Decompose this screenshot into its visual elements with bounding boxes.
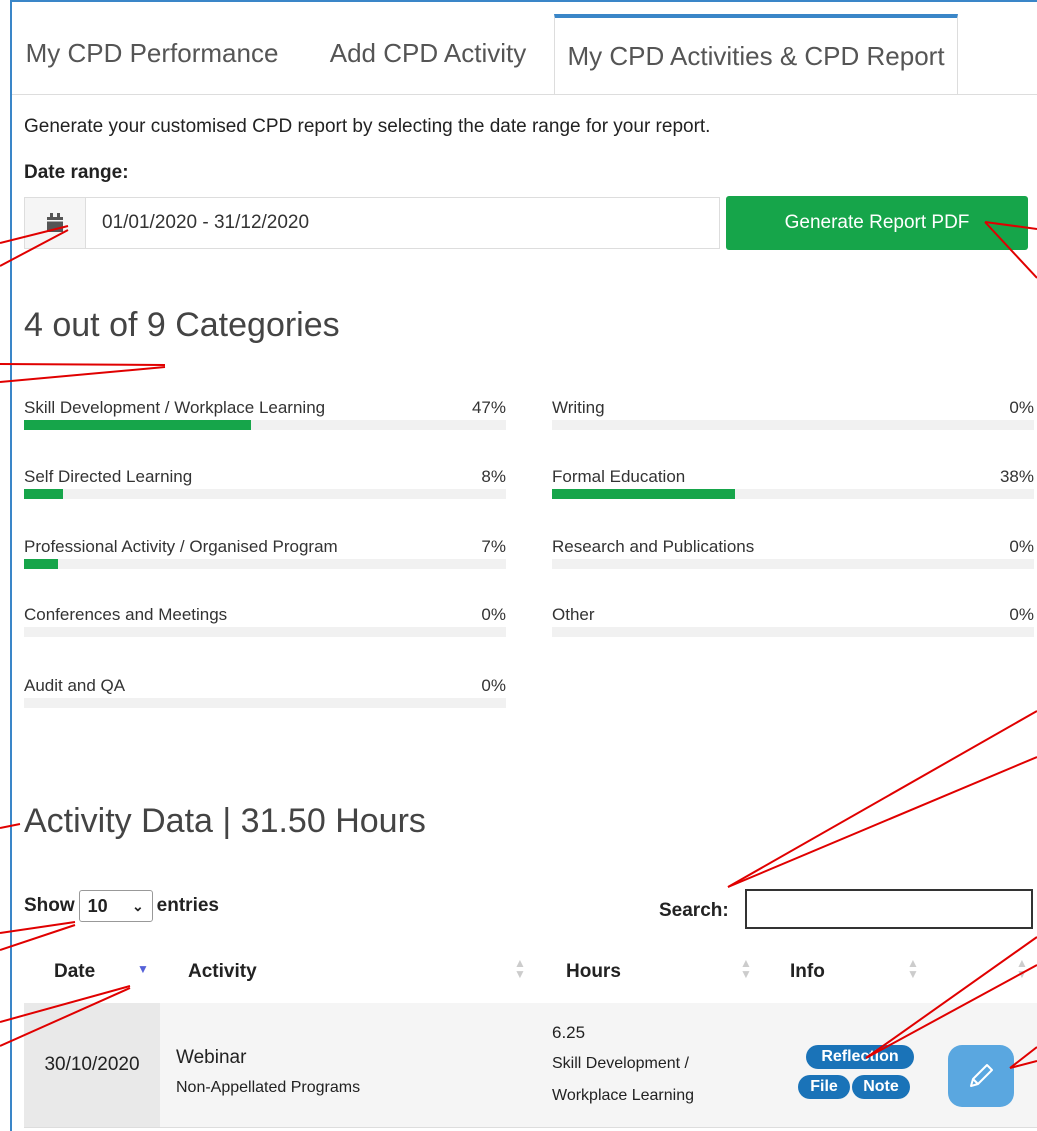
category-percent: 0% bbox=[481, 676, 506, 695]
category-conferences-meetings: Conferences and Meetings 0% bbox=[24, 605, 506, 637]
row-activity: Webinar bbox=[176, 1047, 247, 1068]
date-range-picker[interactable] bbox=[24, 197, 720, 249]
category-research-publications: Research and Publications 0% bbox=[552, 537, 1034, 569]
row-category-line2: Workplace Learning bbox=[552, 1087, 695, 1104]
row-activity-sub: Non-Appellated Programs bbox=[176, 1079, 361, 1096]
category-other: Other 0% bbox=[552, 605, 1034, 637]
sort-icon[interactable]: ▲ ▼ bbox=[907, 957, 919, 980]
progress-track bbox=[24, 420, 506, 430]
row-date: 30/10/2020 bbox=[24, 1003, 160, 1127]
generate-report-pdf-button[interactable]: Generate Report PDF bbox=[726, 196, 1028, 250]
progress-track bbox=[24, 698, 506, 708]
entries-label: entries bbox=[156, 895, 219, 916]
progress-track bbox=[552, 559, 1034, 569]
chevron-down-icon: ⌄ bbox=[131, 897, 144, 914]
categories-title: 4 out of 9 Categories bbox=[24, 306, 340, 344]
progress-track bbox=[552, 489, 1034, 499]
category-name: Writing bbox=[552, 398, 605, 417]
progress-track bbox=[552, 627, 1034, 637]
progress-track bbox=[24, 559, 506, 569]
category-name: Self Directed Learning bbox=[24, 467, 193, 486]
category-skill-development: Skill Development / Workplace Learning 4… bbox=[24, 398, 506, 430]
entries-select[interactable]: 10 ⌄ bbox=[78, 890, 153, 922]
column-hours[interactable]: Hours bbox=[566, 944, 621, 1000]
activity-data-title: Activity Data | 31.50 Hours bbox=[24, 802, 426, 840]
pencil-icon bbox=[970, 1064, 993, 1087]
category-percent: 0% bbox=[481, 605, 506, 624]
progress-track bbox=[552, 420, 1034, 430]
reflection-badge[interactable]: Reflection bbox=[806, 1045, 914, 1069]
category-audit-qa: Audit and QA 0% bbox=[24, 676, 506, 708]
edit-button[interactable] bbox=[948, 1045, 1014, 1107]
table-row: 30/10/2020 Webinar Non-Appellated Progra… bbox=[24, 1003, 1037, 1128]
category-percent: 7% bbox=[481, 537, 506, 556]
file-badge[interactable]: File bbox=[798, 1075, 850, 1099]
tab-my-cpd-performance[interactable]: My CPD Performance bbox=[12, 14, 292, 93]
progress-fill bbox=[24, 559, 58, 569]
category-name: Other bbox=[552, 605, 595, 624]
category-name: Audit and QA bbox=[24, 676, 126, 695]
entries-value: 10 bbox=[87, 895, 108, 916]
category-percent: 8% bbox=[481, 467, 506, 486]
sort-desc-icon[interactable]: ▼ bbox=[137, 963, 149, 975]
annotation-lines bbox=[0, 221, 1037, 1069]
category-name: Conferences and Meetings bbox=[24, 605, 228, 624]
progress-fill bbox=[24, 489, 63, 499]
progress-fill bbox=[552, 489, 736, 499]
category-writing: Writing 0% bbox=[552, 398, 1034, 430]
category-name: Formal Education bbox=[552, 467, 686, 486]
category-formal-education: Formal Education 38% bbox=[552, 467, 1034, 499]
show-label: Show bbox=[24, 895, 75, 916]
intro-text: Generate your customised CPD report by s… bbox=[24, 116, 711, 137]
column-date[interactable]: Date bbox=[54, 944, 95, 1000]
sort-icon[interactable]: ▲ ▼ bbox=[514, 957, 526, 980]
column-info[interactable]: Info bbox=[790, 944, 825, 1000]
search-input[interactable] bbox=[745, 889, 1033, 929]
category-name: Skill Development / Workplace Learning bbox=[24, 398, 326, 417]
sort-icon[interactable]: ▲ ▼ bbox=[740, 957, 752, 980]
category-self-directed-learning: Self Directed Learning 8% bbox=[24, 467, 506, 499]
progress-fill bbox=[24, 420, 251, 430]
tab-add-cpd-activity[interactable]: Add CPD Activity bbox=[312, 14, 544, 93]
note-badge[interactable]: Note bbox=[852, 1075, 910, 1099]
category-percent: 0% bbox=[1009, 398, 1034, 417]
calendar-icon[interactable] bbox=[25, 198, 86, 248]
category-name: Professional Activity / Organised Progra… bbox=[24, 537, 338, 556]
tab-bar: My CPD Performance Add CPD Activity My C… bbox=[12, 14, 1037, 95]
tab-my-cpd-activities-report[interactable]: My CPD Activities & CPD Report bbox=[554, 14, 958, 94]
date-range-label: Date range: bbox=[24, 162, 129, 183]
category-percent: 0% bbox=[1009, 537, 1034, 556]
category-name: Research and Publications bbox=[552, 537, 755, 556]
column-activity[interactable]: Activity bbox=[188, 944, 257, 1000]
row-category-line1: Skill Development / bbox=[552, 1055, 689, 1072]
progress-track bbox=[24, 627, 506, 637]
category-percent: 0% bbox=[1009, 605, 1034, 624]
progress-track bbox=[24, 489, 506, 499]
date-range-input[interactable] bbox=[86, 198, 719, 248]
category-professional-activity: Professional Activity / Organised Progra… bbox=[24, 537, 506, 569]
show-entries-control: Show 10 ⌄ entries bbox=[24, 890, 219, 922]
table-header: Date ▼ Activity ▲ ▼ Hours ▲ ▼ Info ▲ ▼ ▲ ▼ bbox=[24, 944, 1037, 1000]
frame-top-border bbox=[10, 0, 1037, 2]
row-hours: 6.25 bbox=[552, 1023, 586, 1042]
category-percent: 47% bbox=[471, 398, 506, 417]
search-label: Search: bbox=[659, 900, 729, 921]
sort-icon[interactable]: ▲ ▼ bbox=[1016, 957, 1028, 980]
frame-left-border bbox=[10, 0, 12, 1131]
category-percent: 38% bbox=[999, 467, 1034, 486]
